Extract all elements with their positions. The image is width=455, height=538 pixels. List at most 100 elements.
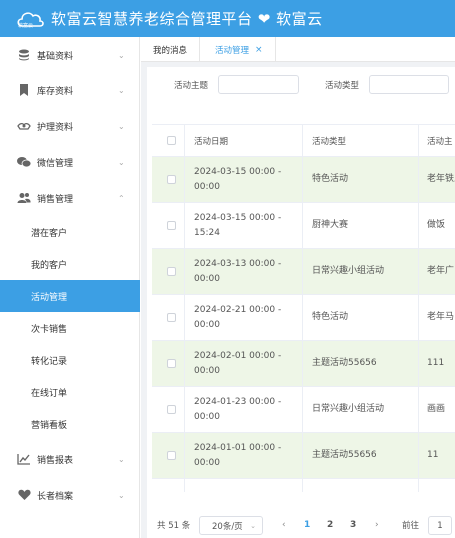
table-header: 活动日期 活动类型 活动主 bbox=[152, 125, 455, 157]
table-row[interactable]: 2024-03-13 00:00 - 00:00 日常兴趣小组活动 老年广 bbox=[152, 249, 455, 295]
sidebar-subitem-label: 我的客户 bbox=[31, 260, 68, 271]
sidebar-subitem-online-orders[interactable]: 在线订单 bbox=[0, 376, 140, 408]
table-row[interactable]: 2024-02-01 00:00 - 00:00 主题活动55656 111 bbox=[152, 341, 455, 387]
sidebar-item-inventory[interactable]: 库存资料 ⌄ bbox=[0, 74, 140, 106]
app-title: 软富云智慧养老综合管理平台 ❤ 软富云 bbox=[51, 10, 323, 28]
row-checkbox[interactable] bbox=[167, 359, 176, 368]
sidebar-item-label: 长者档案 bbox=[37, 491, 74, 502]
sidebar-subitem-my-customers[interactable]: 我的客户 bbox=[0, 248, 140, 280]
sidebar-item-label: 销售管理 bbox=[37, 194, 74, 205]
tab-label: 我的消息 bbox=[153, 45, 188, 56]
goto-page-input[interactable]: 1 bbox=[428, 516, 452, 535]
main-content: 我的消息 活动管理 × 活动主题 活动类型 活动日期 活动类型 活动主 2024… bbox=[141, 37, 455, 538]
page-1-button[interactable]: 1 bbox=[304, 520, 310, 530]
cell-type: 日常兴趣小组活动 bbox=[312, 404, 385, 414]
column-header-type: 活动类型 bbox=[312, 137, 347, 147]
database-icon bbox=[17, 48, 31, 62]
page-2-button[interactable]: 2 bbox=[327, 520, 333, 530]
table-card: 活动日期 活动类型 活动主 2024-03-15 00:00 - 00:00 特… bbox=[147, 115, 455, 538]
row-checkbox[interactable] bbox=[167, 221, 176, 230]
row-checkbox[interactable] bbox=[167, 267, 176, 276]
sidebar-subitem-label: 次卡销售 bbox=[31, 324, 68, 335]
pagination: 共 51 条 20条/页 ⌄ ‹ 1 2 3 › 前往 1 bbox=[147, 513, 455, 537]
next-page-icon[interactable]: › bbox=[375, 520, 379, 530]
type-filter-select[interactable] bbox=[369, 75, 449, 94]
page-size-value: 20条/页 bbox=[212, 521, 243, 532]
cell-theme: 111 bbox=[427, 358, 445, 368]
sidebar-subitem-label: 营销看板 bbox=[31, 420, 68, 431]
sidebar-subitem-label: 潜在客户 bbox=[31, 228, 68, 239]
sidebar-item-elder-records[interactable]: 长者档案 ⌄ bbox=[0, 479, 140, 511]
cell-theme: 老年马 bbox=[427, 312, 455, 322]
bookmark-icon bbox=[17, 83, 31, 97]
goto-label: 前往 bbox=[402, 521, 420, 531]
table-row[interactable]: 2024-01-01 00:00 - 00:00 主题活动55656 11 bbox=[152, 433, 455, 479]
app-header: 软富云 软富云智慧养老综合管理平台 ❤ 软富云 bbox=[0, 0, 455, 37]
sidebar-item-label: 微信管理 bbox=[37, 158, 74, 169]
chevron-down-icon: ⌄ bbox=[118, 490, 125, 500]
page-size-select[interactable]: 20条/页 ⌄ bbox=[199, 516, 263, 535]
select-all-checkbox[interactable] bbox=[167, 136, 176, 145]
logo-text: 软富云 bbox=[18, 23, 34, 29]
cell-type: 特色活动 bbox=[312, 312, 349, 322]
sidebar-subitem-conversion-records[interactable]: 转化记录 bbox=[0, 344, 140, 376]
chevron-up-icon: ⌃ bbox=[118, 193, 125, 203]
cell-date: 2024-03-13 00:00 - 00:00 bbox=[194, 259, 282, 284]
table-row[interactable]: 2024-03-15 00:00 - 00:00 特色活动 老年铁人 bbox=[152, 157, 455, 203]
sidebar-subitem-marketing-board[interactable]: 营销看板 bbox=[0, 408, 140, 440]
prev-page-icon[interactable]: ‹ bbox=[282, 520, 286, 530]
theme-filter-input[interactable] bbox=[218, 75, 299, 94]
row-checkbox[interactable] bbox=[167, 313, 176, 322]
column-divider bbox=[184, 125, 185, 492]
sidebar-item-label: 库存资料 bbox=[37, 86, 74, 97]
sidebar-item-label: 基础资料 bbox=[37, 51, 74, 62]
cell-date: 2024-01-01 00:00 - 00:00 bbox=[194, 443, 282, 468]
close-icon[interactable]: × bbox=[255, 45, 263, 55]
users-icon bbox=[17, 191, 31, 205]
table-row[interactable] bbox=[152, 479, 455, 492]
cell-type: 特色活动 bbox=[312, 174, 349, 184]
cell-type: 主题活动55656 bbox=[312, 358, 377, 368]
sidebar-subitem-label: 转化记录 bbox=[31, 356, 68, 367]
sidebar-item-sales[interactable]: 销售管理 ⌃ bbox=[0, 182, 140, 214]
sidebar-item-label: 护理资料 bbox=[37, 122, 74, 133]
sidebar-item-care[interactable]: 护理资料 ⌄ bbox=[0, 110, 140, 142]
cell-date: 2024-01-23 00:00 - 00:00 bbox=[194, 397, 282, 422]
heart-icon bbox=[17, 488, 31, 502]
tab-activity-management[interactable]: 活动管理 × bbox=[203, 37, 276, 62]
sidebar-item-sales-reports[interactable]: 销售报表 ⌄ bbox=[0, 443, 140, 475]
sidebar-item-wechat[interactable]: 微信管理 ⌄ bbox=[0, 146, 140, 178]
table-row[interactable]: 2024-01-23 00:00 - 00:00 日常兴趣小组活动 画画 bbox=[152, 387, 455, 433]
chevron-down-icon: ⌄ bbox=[118, 157, 125, 167]
total-count: 共 51 条 bbox=[157, 521, 191, 531]
chevron-down-icon: ⌄ bbox=[118, 454, 125, 464]
column-header-date: 活动日期 bbox=[194, 137, 229, 147]
cell-theme: 老年铁人 bbox=[427, 174, 455, 184]
cell-date: 2024-03-15 00:00 - 15:24 bbox=[194, 213, 282, 238]
row-checkbox[interactable] bbox=[167, 405, 176, 414]
row-checkbox[interactable] bbox=[167, 175, 176, 184]
table-row[interactable]: 2024-02-21 00:00 - 00:00 特色活动 老年马 bbox=[152, 295, 455, 341]
sidebar-subitem-card-sales[interactable]: 次卡销售 bbox=[0, 312, 140, 344]
tab-bar: 我的消息 活动管理 × bbox=[141, 37, 455, 62]
table-row[interactable]: 2024-03-15 00:00 - 15:24 厨神大赛 做饭 bbox=[152, 203, 455, 249]
cell-theme: 做饭 bbox=[427, 220, 446, 230]
cell-date: 2024-03-15 00:00 - 00:00 bbox=[194, 167, 282, 192]
theme-filter-label: 活动主题 bbox=[174, 81, 209, 91]
row-checkbox[interactable] bbox=[167, 451, 176, 460]
cell-type: 主题活动55656 bbox=[312, 450, 377, 460]
page-3-button[interactable]: 3 bbox=[350, 520, 356, 530]
cell-type: 厨神大赛 bbox=[312, 220, 349, 230]
cell-theme: 画画 bbox=[427, 404, 446, 414]
chevron-down-icon: ⌄ bbox=[250, 521, 256, 530]
sidebar-subitem-potential-customers[interactable]: 潜在客户 bbox=[0, 216, 140, 248]
cell-date: 2024-02-01 00:00 - 00:00 bbox=[194, 351, 282, 376]
tab-my-messages[interactable]: 我的消息 bbox=[141, 37, 201, 62]
sidebar-item-basic-data[interactable]: 基础资料 ⌄ bbox=[0, 39, 140, 71]
line-chart-icon bbox=[17, 452, 31, 466]
column-header-theme: 活动主 bbox=[427, 137, 453, 147]
chevron-down-icon: ⌄ bbox=[118, 50, 125, 60]
cell-type: 日常兴趣小组活动 bbox=[312, 266, 385, 276]
chevron-down-icon: ⌄ bbox=[118, 85, 125, 95]
sidebar-subitem-activity-management[interactable]: 活动管理 bbox=[0, 280, 140, 312]
